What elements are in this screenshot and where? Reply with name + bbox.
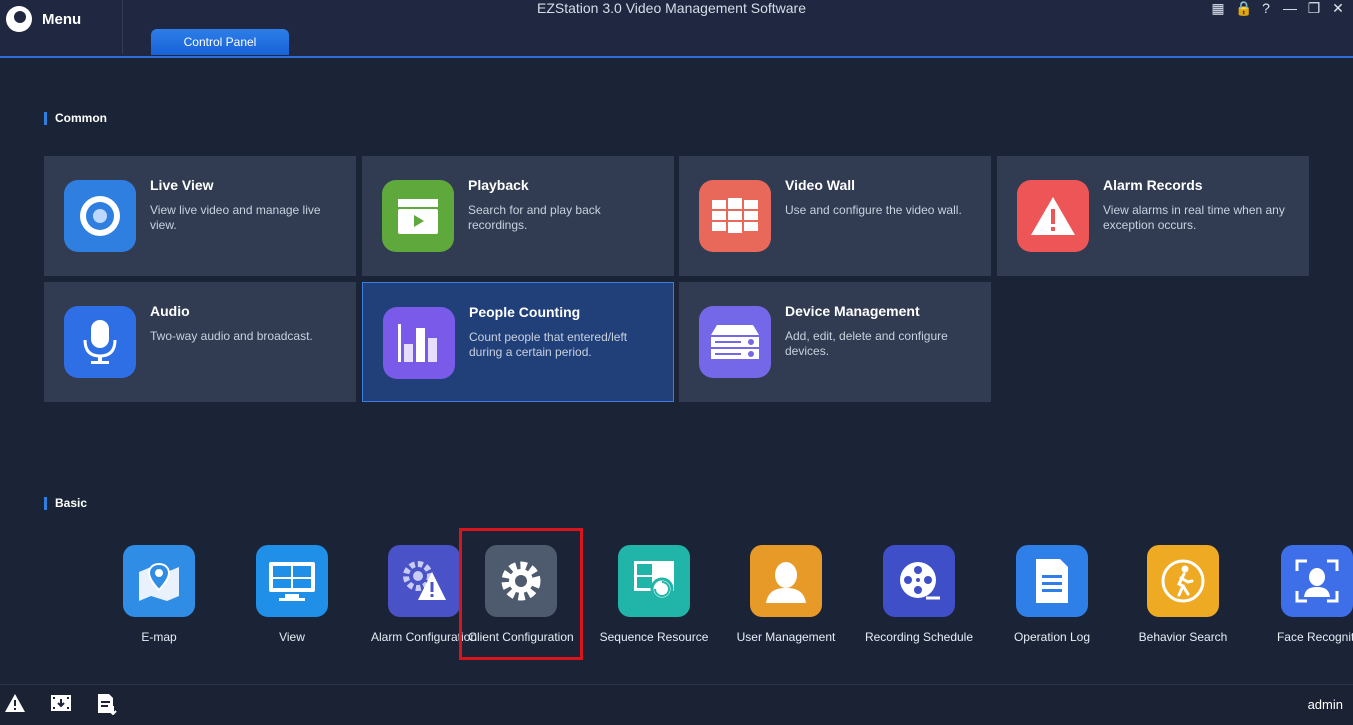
- card-audio[interactable]: Audio Two-way audio and broadcast.: [44, 282, 356, 402]
- card-people-counting[interactable]: People Counting Count people that entere…: [362, 282, 674, 402]
- section-title-basic: Basic: [44, 497, 87, 510]
- app-title: EZStation 3.0 Video Management Software: [536, 0, 806, 16]
- alert-icon[interactable]: [4, 693, 26, 718]
- basic-item-face-recognition[interactable]: Face Recogniti: [1251, 545, 1353, 650]
- basic-item-user-management[interactable]: User Management: [720, 545, 852, 650]
- card-title: Alarm Records: [1103, 177, 1203, 193]
- title-bar: Menu EZStation 3.0 Video Management Soft…: [0, 0, 1353, 58]
- basic-item-label: Operation Log: [1013, 630, 1091, 644]
- document-icon: [1016, 545, 1088, 617]
- face-scan-icon: [1281, 545, 1353, 617]
- card-title: Video Wall: [785, 177, 856, 193]
- walking-person-icon: [1147, 545, 1219, 617]
- close-icon[interactable]: ✕: [1331, 0, 1345, 16]
- card-title: Live View: [150, 177, 214, 193]
- basic-item-label: View: [279, 630, 305, 644]
- card-title: Device Management: [785, 303, 920, 319]
- basic-item-label: E-map: [141, 630, 177, 644]
- card-description: Search for and play back recordings.: [468, 203, 601, 232]
- section-title-common: Common: [44, 112, 107, 125]
- export-log-icon[interactable]: [96, 693, 118, 720]
- card-description: Count people that entered/left during a …: [469, 330, 628, 359]
- sequence-icon: [618, 545, 690, 617]
- basic-item-label: Face Recogniti: [1276, 630, 1353, 644]
- monitor-icon: [256, 545, 328, 617]
- user-icon: [750, 545, 822, 617]
- help-icon[interactable]: ?: [1259, 0, 1273, 16]
- basic-item-label: Behavior Search: [1138, 630, 1228, 644]
- highlight-box: [459, 528, 583, 660]
- status-bar: admin: [0, 684, 1353, 725]
- basic-item-sequence-resource[interactable]: Sequence Resource: [588, 545, 720, 650]
- window-controls: ▦ 🔒 ? — ❐ ✕: [1211, 0, 1345, 16]
- map-pin-icon: [123, 545, 195, 617]
- basic-item-recording-schedule[interactable]: Recording Schedule: [853, 545, 985, 650]
- lock-icon[interactable]: 🔒: [1235, 0, 1252, 16]
- restore-icon[interactable]: ❐: [1307, 0, 1321, 16]
- warning-icon: [1017, 180, 1089, 252]
- card-video-wall[interactable]: Video Wall Use and configure the video w…: [679, 156, 991, 276]
- card-description: View live video and manage live view.: [150, 203, 321, 232]
- bar-chart-icon: [383, 307, 455, 379]
- card-device-management[interactable]: Device Management Add, edit, delete and …: [679, 282, 991, 402]
- card-title: Playback: [468, 177, 529, 193]
- basic-item-view[interactable]: View: [226, 545, 358, 650]
- card-description: Use and configure the video wall.: [785, 203, 962, 217]
- tab-control-panel[interactable]: Control Panel: [151, 29, 289, 55]
- card-description: Add, edit, delete and configure devices.: [785, 329, 948, 358]
- card-playback[interactable]: Playback Search for and play back record…: [362, 156, 674, 276]
- playback-clapper-icon: [382, 180, 454, 252]
- download-video-icon[interactable]: [50, 693, 72, 718]
- basic-item-label: Recording Schedule: [864, 630, 974, 644]
- card-live-view[interactable]: Live View View live video and manage liv…: [44, 156, 356, 276]
- grid-icon[interactable]: ▦: [1211, 0, 1225, 16]
- minimize-icon[interactable]: —: [1283, 0, 1297, 16]
- basic-item-e-map[interactable]: E-map: [93, 545, 225, 650]
- card-alarm-records[interactable]: Alarm Records View alarms in real time w…: [997, 156, 1309, 276]
- basic-item-operation-log[interactable]: Operation Log: [986, 545, 1118, 650]
- film-reel-icon: [883, 545, 955, 617]
- current-user: admin: [1307, 697, 1343, 712]
- card-title: Audio: [150, 303, 190, 319]
- video-wall-icon: [699, 180, 771, 252]
- basic-item-label: Sequence Resource: [599, 630, 709, 644]
- card-description: View alarms in real time when any except…: [1103, 203, 1285, 232]
- basic-item-behavior-search[interactable]: Behavior Search: [1117, 545, 1249, 650]
- microphone-icon: [64, 306, 136, 378]
- device-server-icon: [699, 306, 771, 378]
- card-description: Two-way audio and broadcast.: [150, 329, 313, 343]
- basic-item-label: User Management: [736, 630, 836, 644]
- camera-eye-icon: [64, 180, 136, 252]
- card-title: People Counting: [469, 304, 581, 320]
- alarm-config-icon: [388, 545, 460, 617]
